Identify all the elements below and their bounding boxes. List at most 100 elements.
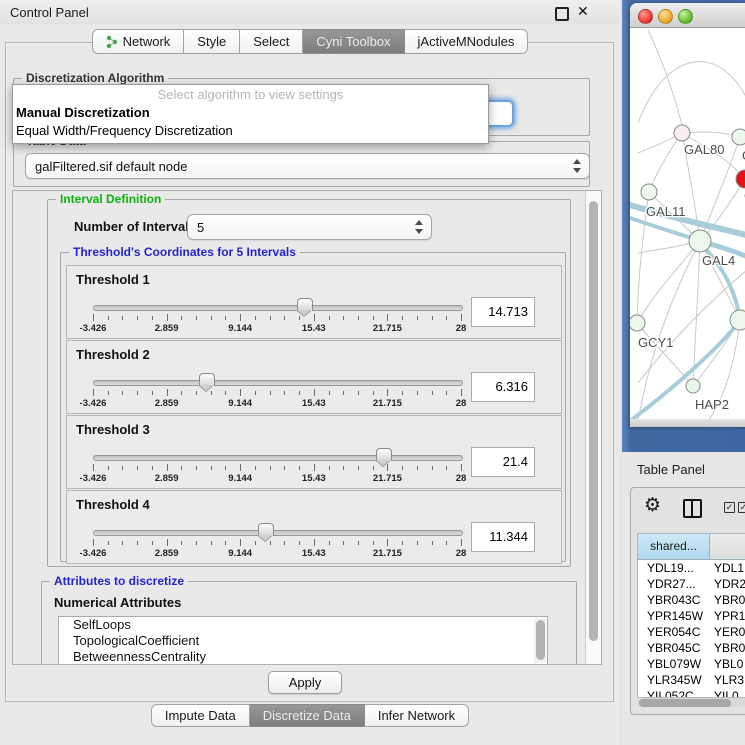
minimize-traffic-light[interactable]: [658, 9, 673, 24]
threshold-value-field[interactable]: 6.316: [471, 372, 535, 402]
table-row[interactable]: YLR345WYLR3: [638, 672, 745, 688]
table-hscroll-thumb[interactable]: [639, 699, 731, 707]
network-node-HAP2[interactable]: [686, 379, 700, 393]
tab-discretize-data[interactable]: Discretize Data: [250, 704, 365, 727]
node-label-GAL11: GAL11: [646, 204, 686, 219]
settings-scroll-viewport: Interval Definition Number of Intervals …: [12, 190, 602, 665]
threshold-2-panel: Threshold 2-3.4262.8599.14415.4321.71528…: [66, 340, 562, 414]
threshold-value-field[interactable]: 11.344: [471, 522, 535, 552]
discretization-algorithm-group-title: Discretization Algorithm: [22, 71, 168, 85]
threshold-slider[interactable]: -3.4262.8599.14415.4321.71528: [93, 448, 461, 484]
column-header-shared-name[interactable]: shared...: [638, 534, 710, 559]
close-icon[interactable]: ✕: [577, 3, 589, 20]
table-row[interactable]: YDL19...YDL1: [638, 560, 745, 576]
float-window-icon[interactable]: [555, 7, 569, 21]
network-node-GA[interactable]: [732, 129, 745, 145]
network-node-GAL80[interactable]: [674, 125, 690, 141]
slider-thumb[interactable]: [199, 373, 215, 386]
option-equal-width-frequency[interactable]: Equal Width/Frequency Discretization: [16, 123, 233, 138]
threshold-3-panel: Threshold 3-3.4262.8599.14415.4321.71528…: [66, 415, 562, 489]
cell-shared-name[interactable]: YLR345W: [638, 672, 709, 688]
threshold-4-panel: Threshold 4-3.4262.8599.14415.4321.71528…: [66, 490, 562, 564]
network-node-GAL11[interactable]: [641, 184, 657, 200]
tab-infer-network[interactable]: Infer Network: [365, 704, 469, 727]
slider-thumb[interactable]: [376, 448, 392, 461]
network-window-titlebar[interactable]: [630, 3, 745, 28]
table-row[interactable]: YIL052CYIL0: [638, 688, 745, 698]
table-row[interactable]: YER054CYER0: [638, 624, 745, 640]
network-graph: GAL80GACGAL11GAL4GCY1HHAP2: [630, 28, 745, 419]
numerical-attributes-list[interactable]: SelfLoopsTopologicalCoefficientBetweenne…: [58, 616, 548, 665]
close-traffic-light[interactable]: [638, 9, 653, 24]
viewport-scrollbar[interactable]: [585, 191, 601, 664]
cell-shared-name[interactable]: YBR043C: [638, 592, 709, 608]
cell-name[interactable]: YBR0: [709, 640, 745, 656]
interval-definition-title: Interval Definition: [56, 192, 165, 206]
tick-label: 21.715: [373, 398, 402, 409]
table-data-group: Table Data galFiltered.sif default node: [13, 141, 590, 187]
option-manual-discretization[interactable]: Manual Discretization: [16, 105, 150, 120]
slider-thumb[interactable]: [258, 523, 274, 536]
viewport-scrollbar-thumb[interactable]: [589, 201, 598, 641]
cell-shared-name[interactable]: YDR27...: [638, 576, 709, 592]
tick-label: 9.144: [228, 548, 252, 559]
attribute-list-item[interactable]: BetweennessCentrality: [59, 649, 547, 665]
table-horizontal-scrollbar[interactable]: [638, 698, 745, 707]
attributes-group: Attributes to discretize Numerical Attri…: [41, 581, 577, 665]
cell-name[interactable]: YPR1: [709, 608, 745, 624]
table-row[interactable]: YBR043CYBR0: [638, 592, 745, 608]
cell-name[interactable]: YBR0: [709, 592, 745, 608]
network-node-H[interactable]: [730, 310, 745, 330]
tick-label: 9.144: [228, 398, 252, 409]
number-of-intervals-combobox[interactable]: 5: [187, 214, 432, 240]
cell-name[interactable]: YBL0: [709, 656, 745, 672]
threshold-slider[interactable]: -3.4262.8599.14415.4321.71528: [93, 523, 461, 559]
network-canvas[interactable]: GAL80GACGAL11GAL4GCY1HHAP2: [630, 28, 745, 419]
cell-name[interactable]: YIL0: [709, 688, 745, 698]
node-label-HAP2: HAP2: [695, 397, 729, 412]
cell-shared-name[interactable]: YBL079W: [638, 656, 709, 672]
control-panel-tabbar: Network Style Select Cyni Toolbox jActiv…: [0, 29, 620, 54]
threshold-slider[interactable]: -3.4262.8599.14415.4321.71528: [93, 298, 461, 334]
cell-shared-name[interactable]: YER054C: [638, 624, 709, 640]
tab-style[interactable]: Style: [184, 29, 240, 54]
tick-label: 21.715: [373, 473, 402, 484]
network-node-C[interactable]: [736, 170, 745, 188]
tab-network[interactable]: Network: [92, 29, 185, 54]
threshold-value-field[interactable]: 21.4: [471, 447, 535, 477]
tick-label: 15.43: [302, 548, 326, 559]
attribute-list-item[interactable]: TopologicalCoefficient: [59, 633, 547, 649]
cell-name[interactable]: YDL1: [709, 560, 745, 576]
list-scrollbar[interactable]: [534, 618, 546, 663]
split-columns-icon[interactable]: [683, 499, 702, 518]
threshold-slider[interactable]: -3.4262.8599.14415.4321.71528: [93, 373, 461, 409]
tab-select[interactable]: Select: [240, 29, 303, 54]
attribute-list-item[interactable]: SelfLoops: [59, 617, 547, 633]
cell-name[interactable]: YLR3: [709, 672, 745, 688]
table-data-combobox[interactable]: galFiltered.sif default node: [25, 153, 590, 179]
network-node-GCY1[interactable]: [630, 315, 645, 331]
tab-jactivemnodules[interactable]: jActiveMNodules: [405, 29, 529, 54]
threshold-value-field[interactable]: 14.713: [471, 297, 535, 327]
table-row[interactable]: YBR045CYBR0: [638, 640, 745, 656]
cell-shared-name[interactable]: YBR045C: [638, 640, 709, 656]
gear-icon[interactable]: ⚙: [644, 496, 661, 515]
checkbox-icon[interactable]: ✓: [724, 502, 735, 513]
table-row[interactable]: YPR145WYPR1: [638, 608, 745, 624]
cell-name[interactable]: YER0: [709, 624, 745, 640]
slider-thumb[interactable]: [297, 298, 313, 311]
network-node-GAL4[interactable]: [689, 230, 711, 252]
apply-button[interactable]: Apply: [268, 671, 342, 694]
table-row[interactable]: YDR27...YDR2: [638, 576, 745, 592]
tab-cyni-toolbox[interactable]: Cyni Toolbox: [303, 29, 404, 54]
node-table[interactable]: shared... na YDL19...YDL1YDR27...YDR2YBR…: [637, 533, 745, 698]
tab-impute-data[interactable]: Impute Data: [151, 704, 250, 727]
cell-shared-name[interactable]: YPR145W: [638, 608, 709, 624]
cell-shared-name[interactable]: YDL19...: [638, 560, 709, 576]
checkbox-icon[interactable]: ✓: [738, 502, 745, 513]
cell-name[interactable]: YDR2: [709, 576, 745, 592]
zoom-traffic-light[interactable]: [678, 9, 693, 24]
column-header-name[interactable]: na: [710, 534, 745, 559]
cell-shared-name[interactable]: YIL052C: [638, 688, 709, 698]
table-row[interactable]: YBL079WYBL0: [638, 656, 745, 672]
